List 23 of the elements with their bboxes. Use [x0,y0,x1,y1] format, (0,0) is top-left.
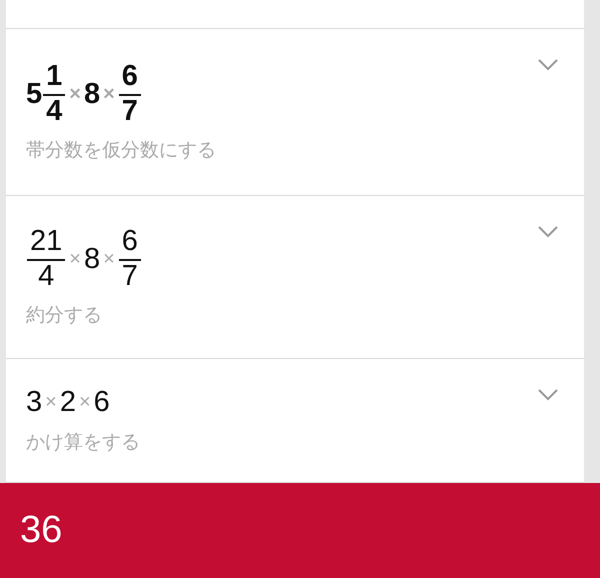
times-sign: × [45,391,57,414]
times-sign: × [69,82,81,106]
fraction: 6 7 [118,226,141,292]
number: 8 [84,242,100,276]
step-caption: 約分する [26,303,103,328]
number: 6 [94,386,110,419]
number: 2 [60,386,76,419]
fraction: 1 4 [43,60,66,128]
times-sign: × [69,248,81,270]
fraction: 6 7 [118,60,141,128]
whole-number: 5 [26,78,42,110]
times-sign: × [103,248,115,270]
chevron-icon[interactable] [538,59,558,71]
fraction: 21 4 [27,226,66,292]
chevron-icon[interactable] [538,226,558,238]
step-caption: 帯分数を仮分数にする [26,138,217,164]
result-value: 36 [20,509,62,552]
step-caption: かけ算をする [26,430,141,455]
times-sign: × [78,391,91,414]
chevron-icon[interactable] [538,389,558,401]
number: 3 [26,386,42,419]
times-sign: × [103,82,115,106]
number: 8 [84,78,100,110]
